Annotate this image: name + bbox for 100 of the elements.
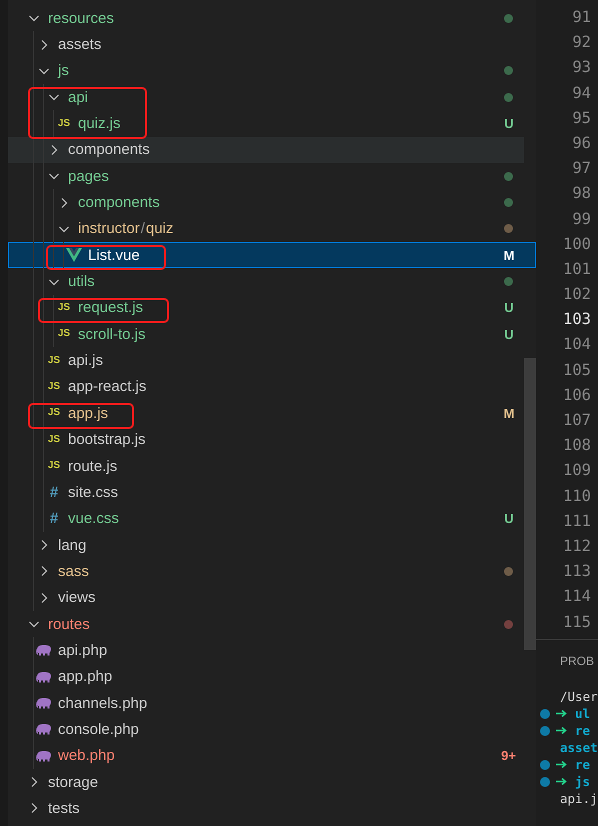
folder-name: lang (58, 536, 86, 554)
file-item[interactable]: channels.php (8, 690, 524, 716)
line-number: 114 (562, 586, 592, 608)
panel-tab[interactable]: PROB (536, 640, 598, 680)
file-item[interactable]: console.php (8, 716, 524, 743)
command-dot-icon (540, 708, 550, 718)
js-file-icon: JS (48, 408, 60, 418)
file-name: api.js (68, 352, 104, 370)
line-number: 95 (571, 108, 592, 129)
file-item[interactable]: web.php 9+ (8, 742, 524, 769)
terminal-text: re (575, 757, 590, 772)
file-item[interactable]: List.vue M (8, 242, 536, 268)
line-number: 100 (562, 234, 592, 255)
js-file-icon: JS (48, 461, 60, 472)
file-item[interactable]: api.php (8, 637, 524, 664)
line-number: 105 (562, 360, 592, 381)
js-file-icon: JS (58, 329, 70, 340)
folder-name: tests (48, 800, 80, 817)
v-logo-icon (66, 248, 82, 262)
line-number: 97 (571, 158, 592, 180)
file-name: channels.php (58, 694, 148, 712)
file-item[interactable]: JS app-react.js (8, 374, 524, 400)
terminal-text: re (575, 723, 590, 738)
file-item[interactable]: # vue.css U (8, 506, 524, 532)
folder-item[interactable]: routes (8, 610, 524, 638)
line-number: 109 (562, 460, 592, 482)
terminal-text: js (575, 774, 590, 789)
folder-item[interactable]: resources (8, 5, 524, 32)
line-number: 91 (571, 7, 592, 28)
file-name: request.js (78, 299, 144, 316)
file-name: vue.css (68, 510, 119, 528)
file-item[interactable]: JS request.js U (8, 294, 524, 322)
folder-item[interactable]: api (8, 84, 524, 110)
line-number: 113 (562, 561, 592, 582)
file-item[interactable]: JS route.js (8, 452, 524, 480)
line-number: 115 (562, 612, 592, 632)
line-number: 99 (571, 208, 592, 230)
git-status-letter: U (503, 116, 515, 132)
line-number: 98 (571, 183, 592, 204)
file-name: api.php (58, 642, 108, 659)
file-name: console.php (58, 720, 139, 738)
js-file-icon: JS (48, 434, 60, 445)
arrow-right-icon (556, 726, 567, 735)
folder-item[interactable]: assets (8, 31, 524, 58)
folder-name: views (58, 589, 96, 606)
folder-name: resources (48, 10, 114, 27)
folder-name: components (68, 141, 150, 158)
folder-item[interactable]: storage (8, 768, 524, 796)
line-number: 108 (562, 435, 592, 456)
folder-item[interactable]: instructor/quiz (8, 216, 524, 242)
file-name: bootstrap.js (68, 431, 146, 448)
js-file-icon: JS (48, 356, 60, 366)
file-item[interactable]: JS quiz.js U (8, 110, 524, 137)
line-number: 106 (562, 384, 592, 406)
file-item[interactable]: JS scroll-to.js U (8, 321, 524, 348)
arrow-right-icon (556, 709, 567, 718)
file-name: List.vue (88, 246, 140, 264)
line-number: 94 (571, 82, 592, 104)
scrollbar[interactable] (524, 358, 536, 650)
folder-name: js (58, 62, 69, 80)
file-name: app.php (58, 668, 112, 686)
terminal-text: api.j (559, 791, 598, 806)
line-number: 93 (571, 57, 592, 78)
line-number: 92 (571, 32, 592, 54)
folder-name: sass (58, 562, 89, 580)
line-number: 102 (562, 284, 592, 306)
folder-item[interactable]: utils (8, 268, 524, 295)
line-number: 96 (571, 132, 592, 154)
file-name: site.css (68, 484, 118, 501)
file-item[interactable]: # site.css (8, 479, 524, 506)
line-number: 101 (562, 258, 592, 280)
command-dot-icon (540, 760, 550, 770)
file-item[interactable]: app.php (8, 664, 524, 690)
git-status-letter: U (503, 300, 515, 316)
command-dot-icon (540, 726, 550, 736)
file-name: app-react.js (68, 378, 146, 396)
js-file-icon: JS (48, 382, 60, 392)
folder-item[interactable]: components (8, 136, 524, 164)
folder-item[interactable]: lang (8, 532, 524, 558)
folder-item[interactable]: components (8, 189, 524, 216)
folder-item[interactable]: pages (8, 163, 524, 190)
file-item[interactable]: JS api.js (8, 347, 524, 374)
arrow-right-icon (556, 777, 567, 786)
folder-item[interactable]: sass (8, 558, 524, 585)
folder-name: routes (48, 616, 90, 633)
folder-item[interactable]: js (8, 58, 524, 84)
elephant-icon (36, 644, 52, 656)
file-item[interactable]: JS bootstrap.js (8, 426, 524, 453)
file-name: web.php (58, 747, 115, 764)
line-number: 104 (562, 334, 592, 356)
folder-item[interactable]: views (8, 584, 524, 611)
elephant-icon (36, 723, 52, 736)
folder-item[interactable]: tests (8, 795, 524, 822)
folder-name: api (68, 88, 88, 106)
command-dot-icon (540, 776, 550, 786)
file-item[interactable]: JS app.js M (8, 400, 524, 426)
folder-name: pages (68, 168, 109, 185)
git-status-letter: U (503, 326, 515, 342)
git-status-letter: M (502, 248, 516, 263)
elephant-icon (36, 670, 52, 683)
